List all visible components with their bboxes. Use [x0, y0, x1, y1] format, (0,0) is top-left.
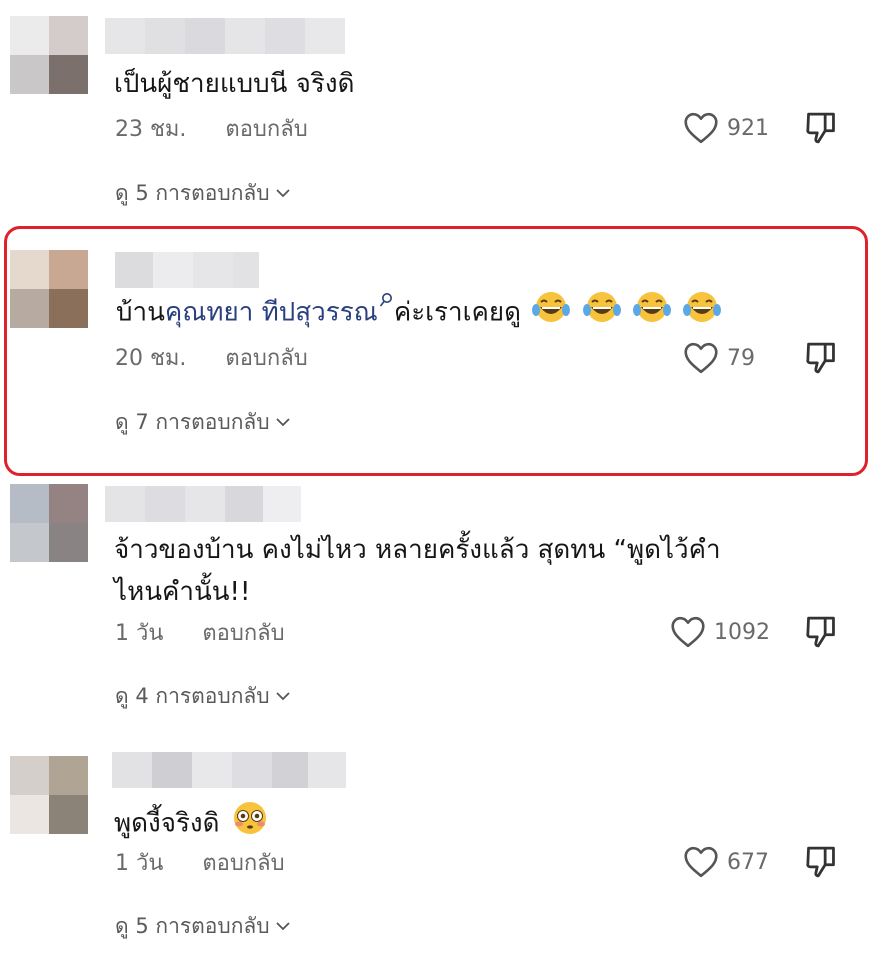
chevron-down-icon — [276, 418, 290, 427]
view-replies-button[interactable]: ดู 5 การตอบกลับ — [115, 178, 291, 208]
chevron-down-icon — [276, 922, 290, 931]
comment-time: 23 ชม. — [115, 117, 187, 142]
comment-text-line: จ้าวของบ้าน คงไม่ไหว หลายครั้งแล้ว สุดทน… — [114, 535, 721, 565]
view-replies-button[interactable]: ดู 4 การตอบกลับ — [115, 681, 291, 711]
username-blurred[interactable] — [105, 18, 345, 54]
tears-of-joy-emoji — [682, 290, 722, 336]
heart-outline-icon — [684, 342, 718, 374]
like-count: 79 — [727, 345, 755, 371]
comment-time: 1 วัน — [115, 621, 164, 646]
avatar[interactable] — [10, 16, 88, 94]
view-replies-label: ดู 4 การตอบกลับ — [115, 684, 270, 708]
comment-meta: 1 วัน ตอบกลับ — [115, 619, 285, 649]
view-replies-label: ดู 5 การตอบกลับ — [115, 914, 270, 938]
heart-outline-icon — [684, 112, 718, 144]
like-count: 677 — [727, 849, 769, 875]
comment-text-suffix: ค่ะเราเคยดู — [393, 297, 522, 328]
view-replies-button[interactable]: ดู 7 การตอบกลับ — [115, 407, 291, 437]
view-replies-label: ดู 7 การตอบกลับ — [115, 410, 270, 434]
username-blurred[interactable] — [115, 252, 259, 288]
chevron-down-icon — [276, 692, 290, 701]
comment-text-line: ไหนคำนั้น!! — [114, 577, 251, 607]
comment-text: เป็นผู้ชายแบบนี จริงดิ — [114, 69, 355, 99]
reply-button[interactable]: ตอบกลับ — [225, 115, 307, 145]
thumbs-down-icon — [806, 846, 835, 878]
comment-meta: 1 วัน ตอบกลับ — [115, 849, 285, 879]
tears-of-joy-emoji — [632, 290, 672, 336]
thumbs-down-icon — [806, 112, 835, 144]
reply-button[interactable]: ตอบกลับ — [202, 849, 284, 879]
comment-text-prefix: บ้าน — [116, 297, 165, 328]
reply-button[interactable]: ตอบกลับ — [225, 344, 307, 374]
view-replies-button[interactable]: ดู 5 การตอบกลับ — [115, 911, 291, 941]
search-icon[interactable] — [378, 292, 394, 314]
heart-outline-icon — [671, 616, 705, 648]
like-button[interactable]: 921 — [683, 112, 769, 144]
avatar[interactable] — [10, 250, 88, 328]
dislike-button[interactable] — [804, 844, 838, 884]
comment-meta: 23 ชม. ตอบกลับ — [115, 115, 308, 145]
thumbs-down-icon — [806, 342, 835, 374]
tears-of-joy-emoji — [531, 290, 571, 336]
like-button[interactable]: 79 — [683, 342, 755, 374]
dislike-button[interactable] — [804, 614, 838, 654]
avatar[interactable] — [10, 756, 88, 834]
comment-text: บ้านคุณทยา ทีปสุวรรณ ค่ะเราเคยดู — [116, 290, 722, 336]
like-button[interactable]: 677 — [683, 846, 769, 878]
comment-meta: 20 ชม. ตอบกลับ — [115, 344, 308, 374]
tears-of-joy-emoji — [582, 290, 622, 336]
username-blurred[interactable] — [112, 752, 346, 788]
dislike-button[interactable] — [804, 110, 838, 150]
comment-text-body: พูดงี้จริงดิ — [114, 808, 220, 839]
comment-time: 20 ชม. — [115, 346, 187, 371]
flushed-face-emoji — [230, 800, 270, 848]
avatar[interactable] — [10, 484, 88, 562]
like-count: 921 — [727, 115, 769, 141]
dislike-button[interactable] — [804, 340, 838, 380]
comment-text: พูดงี้จริงดิ — [114, 800, 270, 848]
reply-button[interactable]: ตอบกลับ — [202, 619, 284, 649]
thumbs-down-icon — [806, 616, 835, 648]
chevron-down-icon — [276, 189, 290, 198]
like-count: 1092 — [714, 619, 770, 645]
heart-outline-icon — [684, 846, 718, 878]
view-replies-label: ดู 5 การตอบกลับ — [115, 181, 270, 205]
mention-link[interactable]: คุณทยา ทีปสุวรรณ — [165, 298, 378, 328]
username-blurred[interactable] — [105, 486, 301, 522]
like-button[interactable]: 1092 — [670, 616, 770, 648]
comment-time: 1 วัน — [115, 851, 164, 876]
